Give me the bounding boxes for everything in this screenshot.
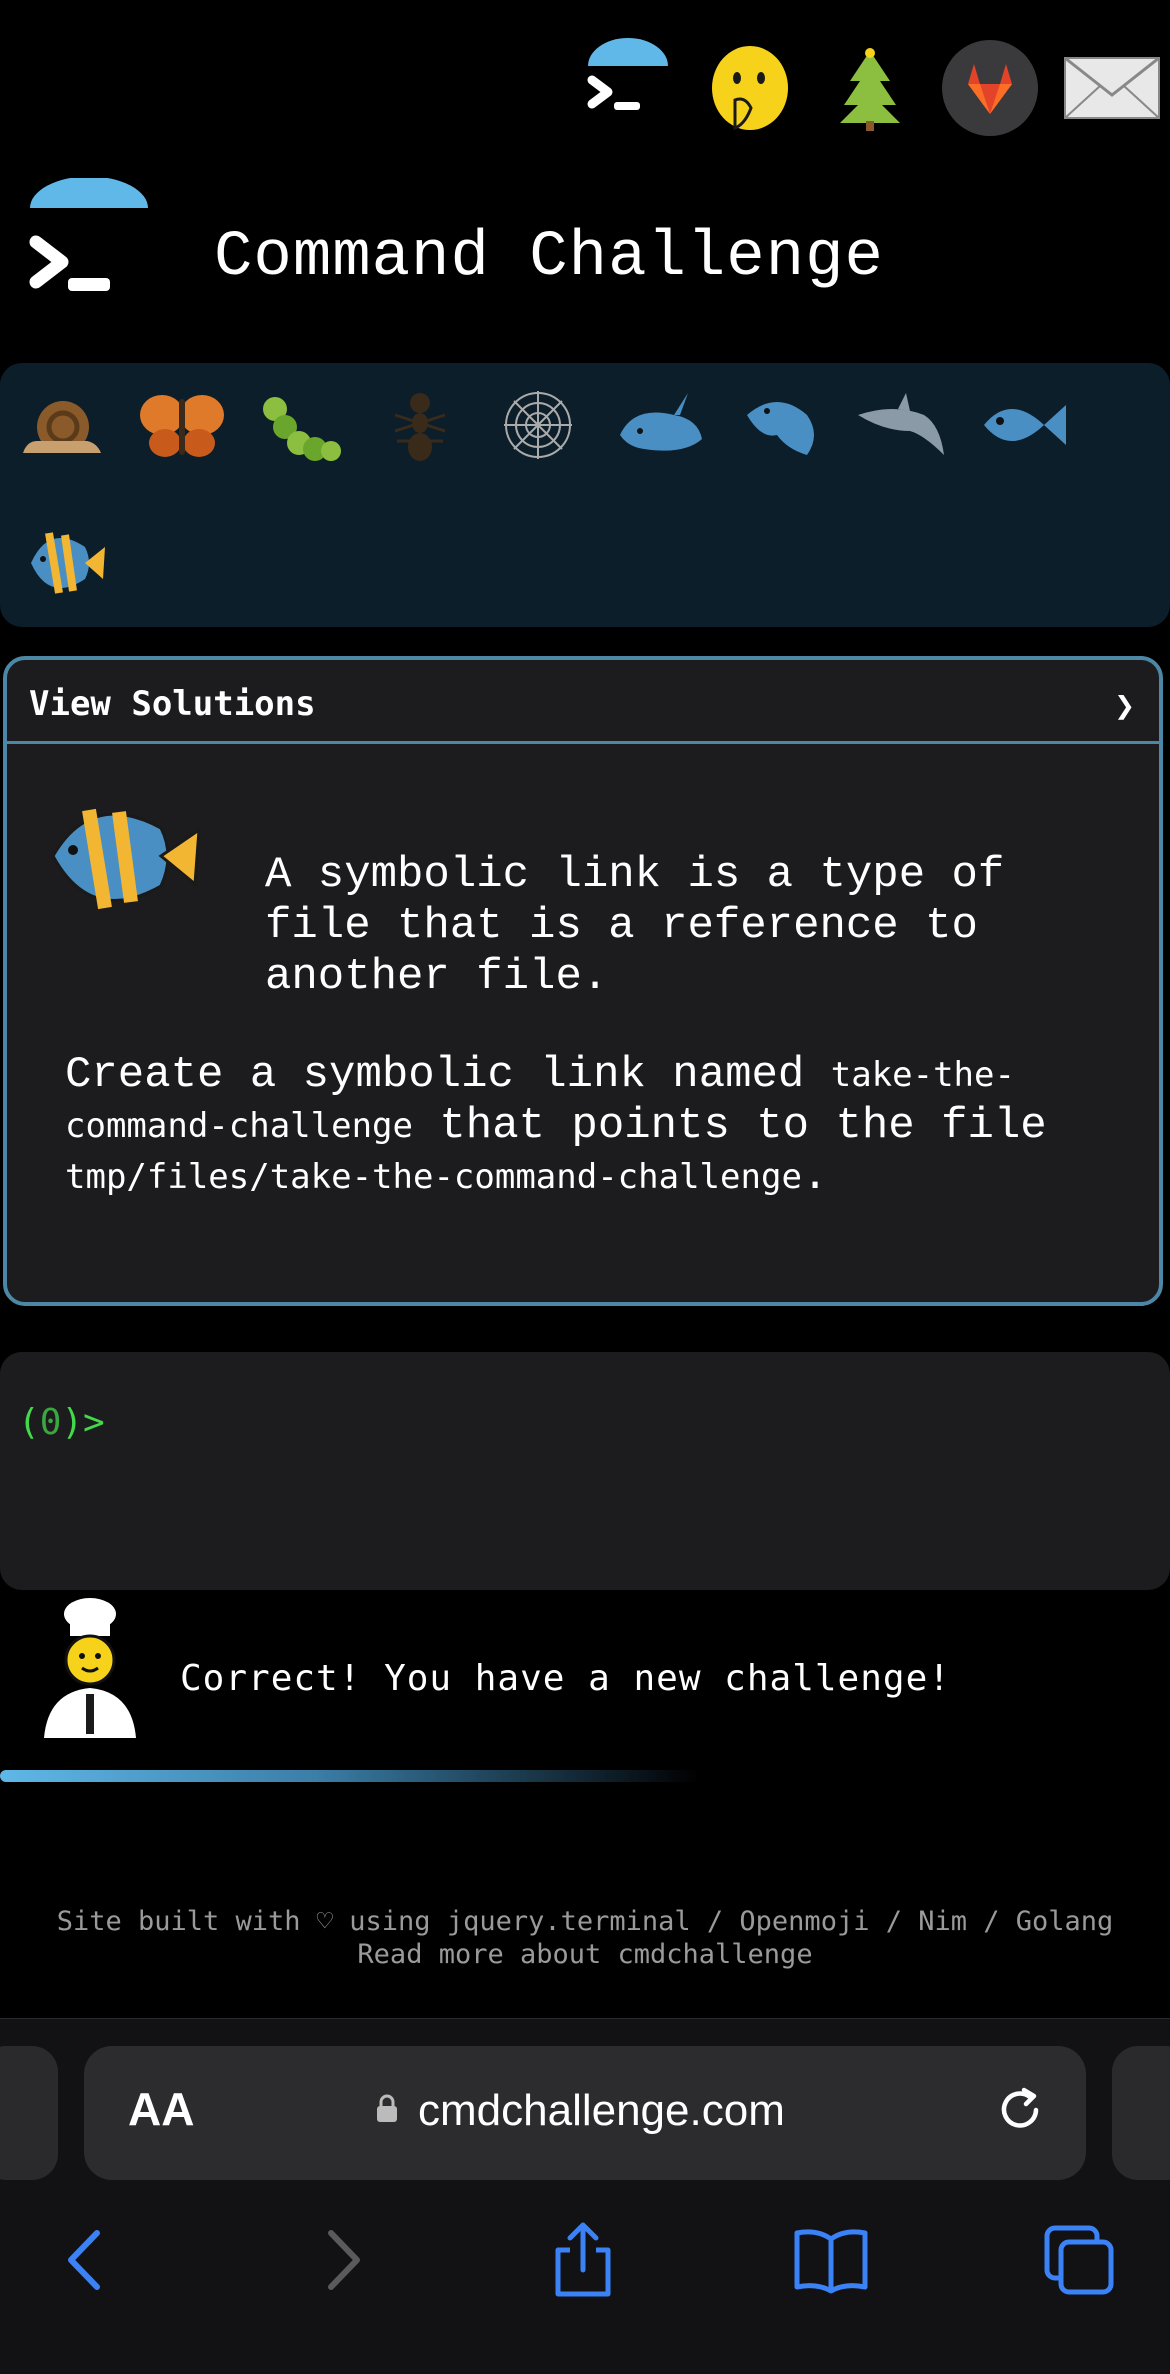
butterfly-icon[interactable] <box>134 377 230 473</box>
tropical-fish-illustration-icon <box>45 790 205 934</box>
christmas-tree-icon[interactable] <box>820 38 920 138</box>
previous-tab-preview[interactable] <box>0 2046 58 2180</box>
dolphin-icon[interactable] <box>854 377 950 473</box>
progress-bar <box>0 1770 700 1782</box>
next-tab-preview[interactable] <box>1112 2046 1170 2180</box>
footer-credits[interactable]: Site built with ♡ using jquery.terminal … <box>40 1905 1130 1938</box>
page-title: Command Challenge <box>214 222 884 294</box>
task-text-start: Create a symbolic link named <box>65 1050 831 1100</box>
fish-icon[interactable] <box>974 377 1070 473</box>
prompt-open: ( <box>18 1402 40 1443</box>
challenge-panel: View Solutions ❯ A symbolic link is a ty… <box>3 656 1163 1306</box>
lock-icon <box>375 2094 399 2128</box>
site-logo-icon <box>22 176 152 312</box>
footer-about-link[interactable]: Read more about cmdchallenge <box>40 1938 1130 1971</box>
url-text[interactable]: cmdchallenge.com <box>418 2086 785 2136</box>
bookmarks-icon[interactable] <box>786 2215 876 2305</box>
challenge-task-text: Create a symbolic link named take-the-co… <box>65 1050 1125 1203</box>
share-icon[interactable] <box>538 2215 628 2305</box>
terminal-prompt[interactable]: (0)> <box>18 1402 105 1443</box>
forward-icon[interactable] <box>296 2215 386 2305</box>
tropical-fish-icon[interactable] <box>16 514 112 610</box>
prompt-count: 0 <box>39 1402 62 1443</box>
tabs-icon[interactable] <box>1034 2215 1124 2305</box>
challenge-intro-text: A symbolic link is a type of file that i… <box>265 850 1005 1002</box>
view-solutions-label: View Solutions <box>29 684 316 724</box>
task-text-end: . <box>801 1152 829 1202</box>
reload-icon[interactable] <box>990 2080 1050 2144</box>
ant-icon[interactable] <box>372 377 468 473</box>
chevron-right-icon[interactable]: ❯ <box>1115 686 1135 726</box>
terminal-link-icon[interactable] <box>578 38 678 138</box>
task-target-path: tmp/files/take-the-command-challenge <box>65 1157 802 1197</box>
prompt-close: )> <box>61 1402 105 1443</box>
envelope-icon[interactable] <box>1060 38 1164 138</box>
view-solutions-header[interactable]: View Solutions ❯ <box>7 660 1159 744</box>
snail-icon[interactable] <box>14 377 110 473</box>
site-footer: Site built with ♡ using jquery.terminal … <box>40 1905 1130 1971</box>
back-icon[interactable] <box>42 2215 132 2305</box>
caterpillar-icon[interactable] <box>252 377 348 473</box>
terminal[interactable]: (0)> <box>0 1352 1170 1590</box>
face-with-hand-over-mouth-icon[interactable] <box>700 38 800 138</box>
spider-web-icon[interactable] <box>490 377 586 473</box>
whale-icon[interactable] <box>614 377 710 473</box>
task-text-middle: that points to the file <box>413 1101 1047 1151</box>
text-size-button[interactable]: AA <box>128 2082 194 2136</box>
gitlab-icon[interactable] <box>940 38 1040 138</box>
cook-avatar-icon <box>40 1594 140 1744</box>
feedback-message: Correct! You have a new challenge! <box>180 1658 951 1699</box>
whale-2-icon[interactable] <box>734 377 830 473</box>
